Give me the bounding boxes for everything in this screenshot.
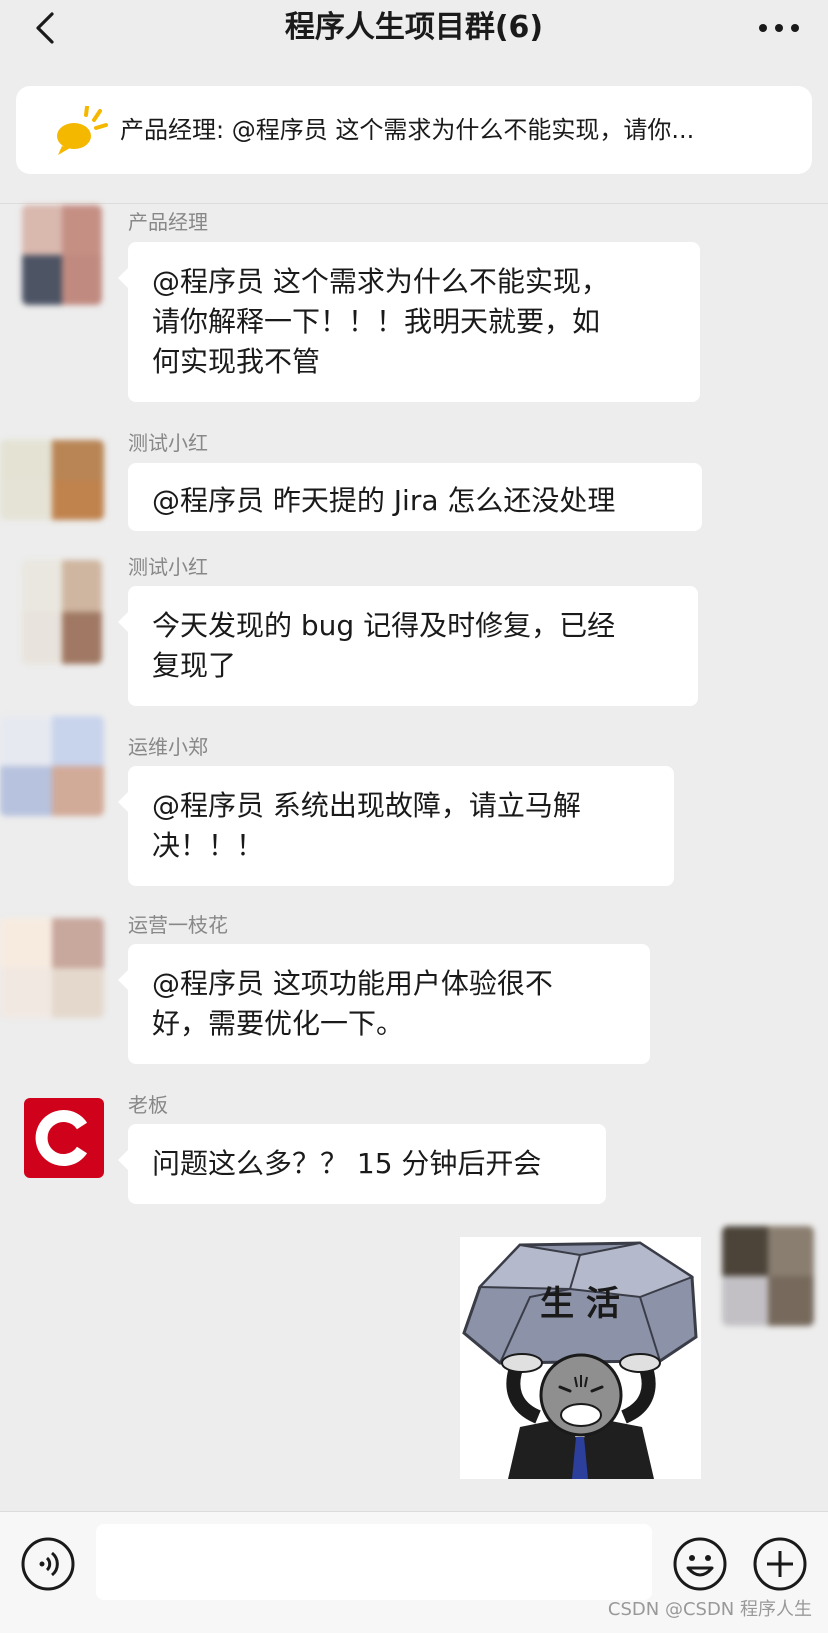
avatar-boss[interactable] [24, 1098, 104, 1178]
rock-carrying-sticker: 生 活 [462, 1241, 698, 1479]
sticker-message[interactable]: 生 活 [460, 1237, 701, 1479]
announcement-icon [57, 106, 108, 155]
watermark: CSDN @CSDN 程序人生 [607, 1599, 812, 1620]
nav-bar: 程序人生项目群(6) [0, 0, 828, 56]
plus-icon[interactable] [752, 1536, 808, 1592]
emoji-icon[interactable] [672, 1536, 728, 1592]
avatar[interactable] [0, 918, 104, 1018]
message-bubble[interactable]: 今天发现的 bug 记得及时修复，已经 复现了 [118, 586, 698, 706]
my-avatar[interactable] [722, 1226, 814, 1326]
sender-name: 老板 [128, 1093, 168, 1117]
message-bubble[interactable]: @程序员 这项功能用户体验很不 好，需要优化一下。 [118, 944, 650, 1064]
sender-name: 运营一枝花 [128, 913, 228, 937]
sender-name: 测试小红 [128, 431, 208, 455]
message-bubble[interactable]: @程序员 昨天提的 Jira 怎么还没处理 [128, 463, 702, 531]
avatar[interactable] [22, 205, 102, 305]
announcement-text: 产品经理: @程序员 这个需求为什么不能实现，请你... [120, 116, 695, 144]
avatar[interactable] [0, 716, 104, 816]
message-input[interactable] [96, 1524, 652, 1600]
pinned-announcement[interactable]: 产品经理: @程序员 这个需求为什么不能实现，请你... [16, 86, 812, 174]
c-logo-icon [35, 1110, 88, 1166]
avatar[interactable] [0, 440, 104, 520]
avatar[interactable] [22, 560, 102, 664]
message-bubble[interactable]: 问题这么多？？ 15 分钟后开会 [118, 1124, 606, 1204]
message-bubble[interactable]: @程序员 这个需求为什么不能实现， 请你解释一下！！！我明天就要，如 何实现我不… [118, 242, 700, 402]
sender-name: 测试小红 [128, 555, 208, 579]
sender-name: 运维小郑 [128, 735, 208, 759]
more-dots-icon[interactable] [756, 16, 802, 40]
divider [0, 203, 828, 204]
sticker-text: 生 活 [540, 1284, 620, 1324]
sender-name: 产品经理 [128, 210, 208, 234]
message-bubble[interactable]: @程序员 系统出现故障，请立马解 决！！！ [118, 766, 674, 886]
chat-title: 程序人生项目群(6) [284, 10, 544, 45]
voice-icon[interactable] [20, 1536, 76, 1592]
